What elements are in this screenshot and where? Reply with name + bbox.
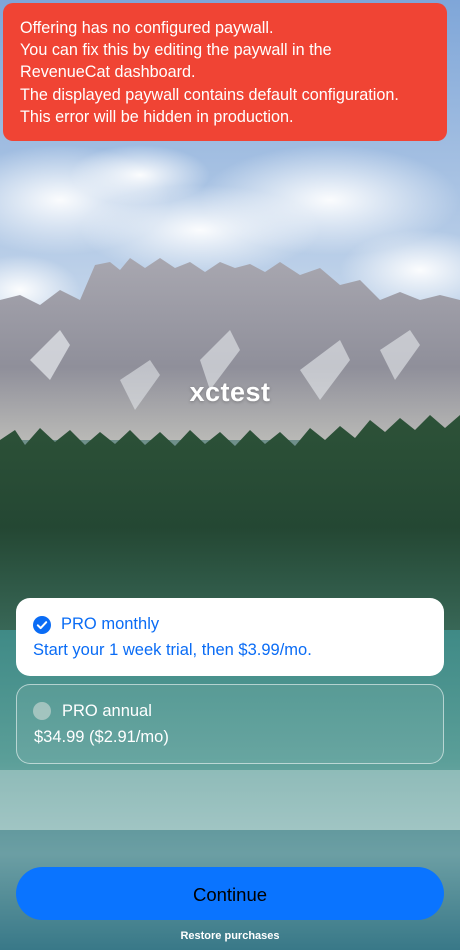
paywall-screen: Offering has no configured paywall. You …: [0, 0, 460, 950]
paywall-error-banner: Offering has no configured paywall. You …: [3, 3, 447, 141]
package-title: PRO monthly: [61, 615, 160, 633]
error-line-1: Offering has no configured paywall.: [20, 19, 274, 37]
package-description: Start your 1 week trial, then $3.99/mo.: [33, 641, 312, 659]
error-line-4: The displayed paywall contains default c…: [20, 85, 399, 104]
package-option-annual[interactable]: PRO annual $34.99 ($2.91/mo): [16, 684, 444, 764]
package-description: $34.99 ($2.91/mo): [34, 728, 169, 746]
package-option-monthly[interactable]: PRO monthly Start your 1 week trial, the…: [16, 598, 444, 676]
checkmark-circle-icon: [33, 616, 51, 634]
error-line-2: You can fix this by editing the paywall …: [20, 41, 332, 60]
background-landscape-image: [0, 0, 460, 950]
error-line-3: RevenueCat dashboard.: [20, 63, 196, 82]
package-title: PRO annual: [62, 702, 152, 720]
radio-circle-icon: [33, 702, 51, 720]
restore-purchases-link[interactable]: Restore purchases: [0, 930, 460, 942]
app-title: xctest: [189, 377, 271, 407]
error-line-5: This error will be hidden in production.: [20, 107, 294, 126]
continue-button[interactable]: Continue: [16, 867, 444, 920]
